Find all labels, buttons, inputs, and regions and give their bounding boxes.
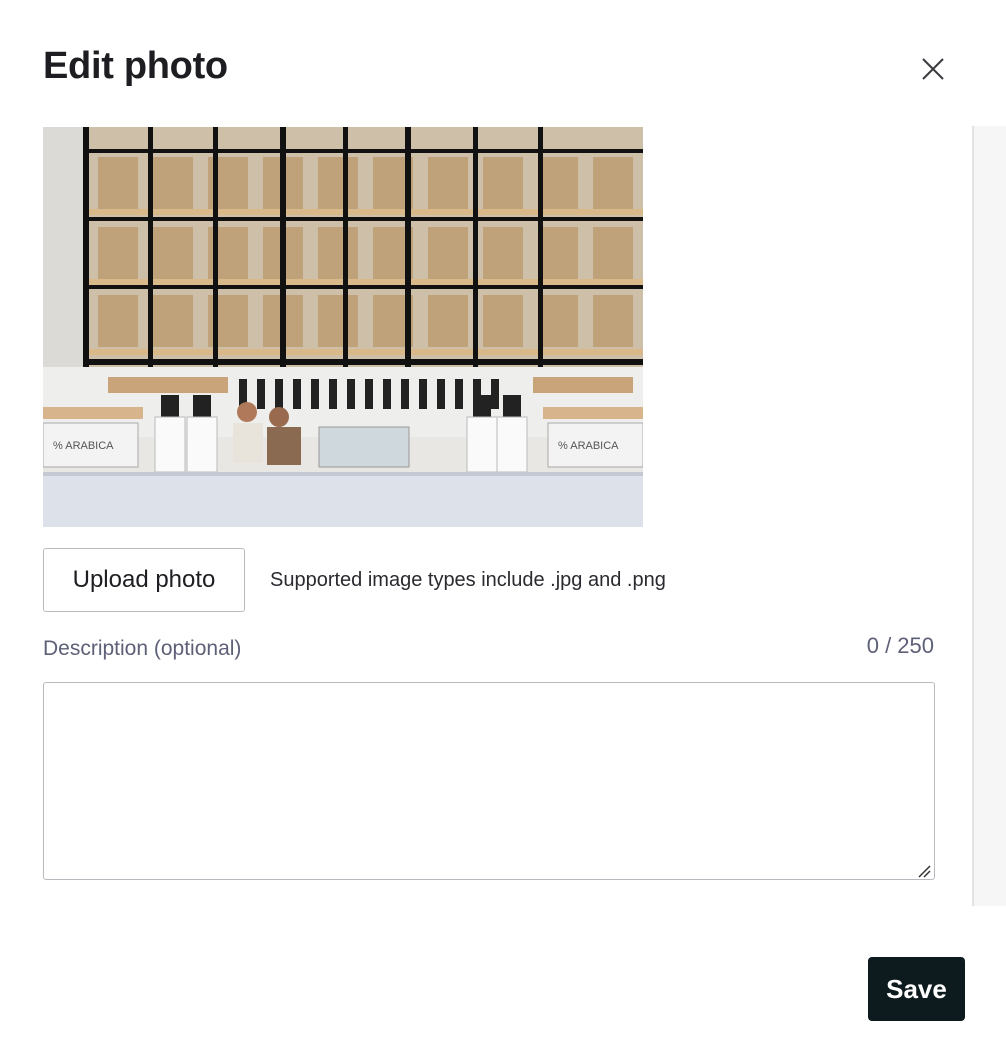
resize-handle-icon[interactable]	[917, 864, 931, 878]
photo-preview: % ARABICA % ARABICA	[43, 127, 643, 527]
upload-hint-text: Supported image types include .jpg and .…	[270, 569, 666, 591]
save-button[interactable]: Save	[868, 957, 965, 1021]
character-counter: 0 / 250	[866, 633, 934, 658]
close-icon	[922, 58, 944, 80]
description-label: Description (optional)	[43, 637, 242, 660]
scrollbar[interactable]	[972, 126, 1006, 906]
svg-text:% ARABICA: % ARABICA	[558, 440, 619, 452]
svg-text:% ARABICA: % ARABICA	[53, 440, 114, 452]
upload-photo-button[interactable]: Upload photo	[43, 548, 245, 612]
description-textarea[interactable]	[43, 682, 935, 880]
dialog-body: % ARABICA % ARABICA Upload photo Support…	[0, 126, 1006, 906]
cafe-counter-image: % ARABICA % ARABICA	[43, 127, 643, 527]
edit-photo-dialog: Edit photo % ARABICA % ARABICA Upload ph…	[0, 0, 1006, 1060]
close-button[interactable]	[912, 48, 954, 90]
dialog-title: Edit photo	[43, 45, 228, 87]
